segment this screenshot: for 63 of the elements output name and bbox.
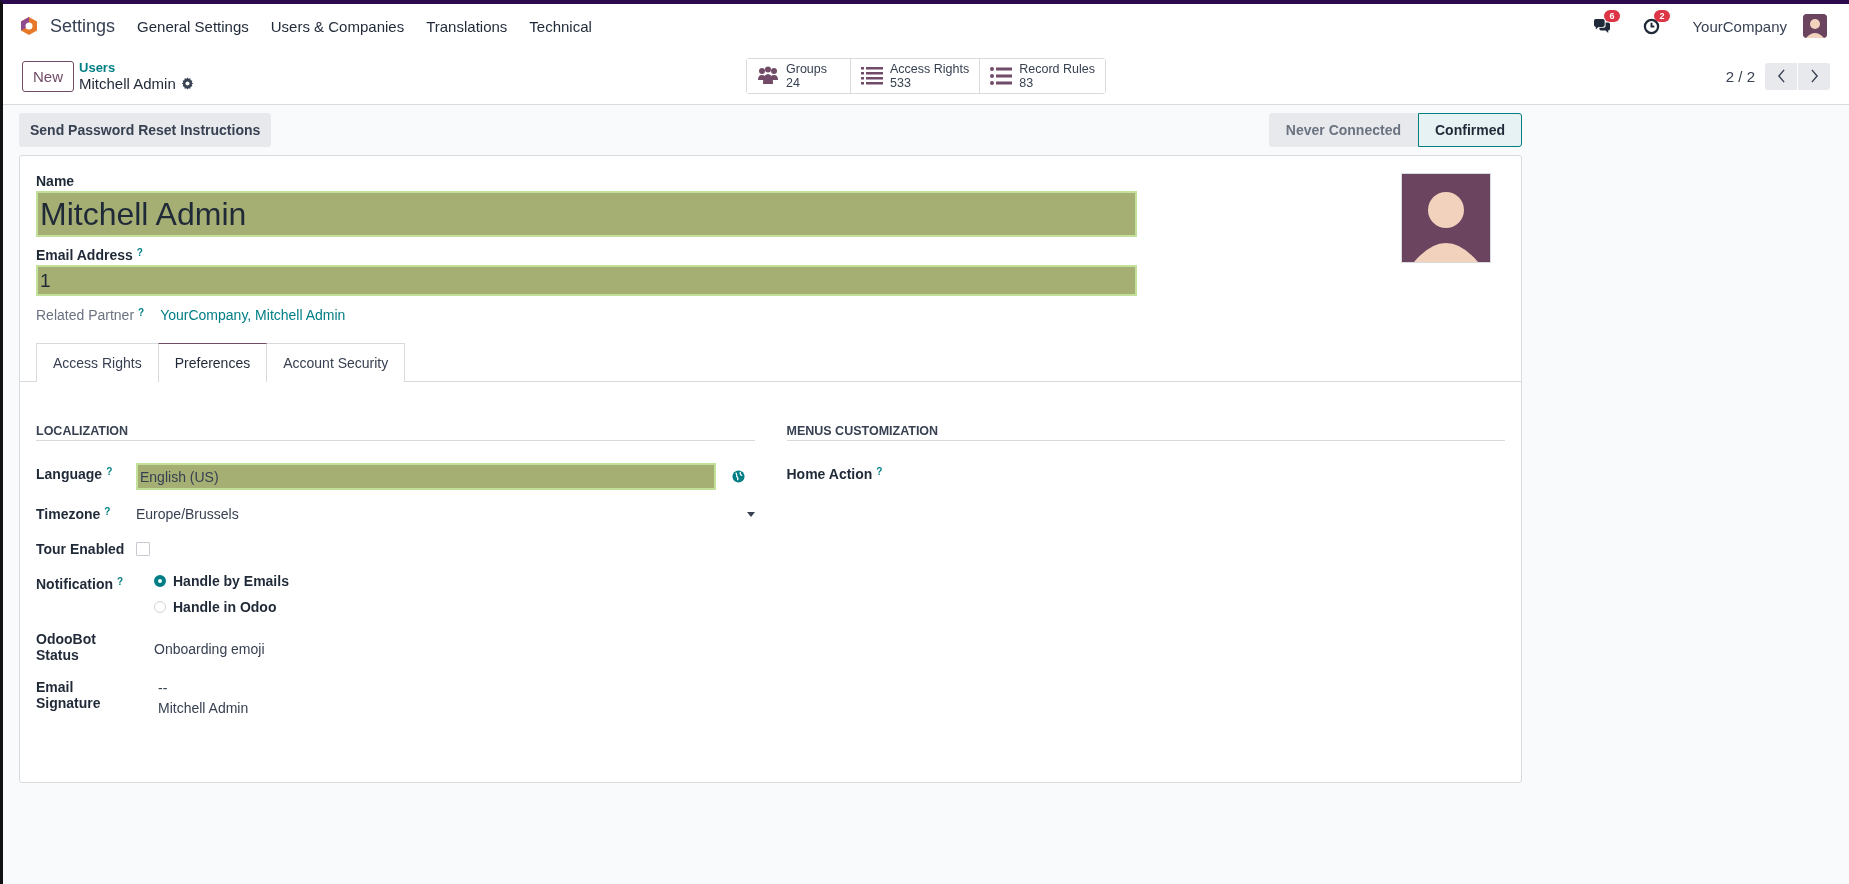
- radio-button[interactable]: [154, 575, 166, 587]
- field-label: Email Signature: [36, 679, 102, 711]
- timezone-select[interactable]: Europe/Brussels: [136, 506, 755, 522]
- app-logo-icon: [19, 16, 39, 36]
- chevron-right-icon: [1809, 69, 1819, 83]
- checkbox[interactable]: [136, 542, 150, 556]
- menu-item[interactable]: General Settings: [137, 17, 249, 35]
- field-label: Related Partner: [36, 307, 135, 323]
- chat-icon: [1593, 18, 1612, 34]
- help-tooltip[interactable]: ?: [106, 466, 113, 477]
- field-label: Tour Enabled: [36, 541, 125, 557]
- language-field[interactable]: English (US): [136, 463, 716, 490]
- app-name[interactable]: Settings: [50, 15, 116, 37]
- status-stage[interactable]: Confirmed: [1418, 113, 1522, 147]
- pager-value: 2 / 2: [1725, 67, 1755, 85]
- help-tooltip[interactable]: ?: [104, 506, 111, 517]
- tab[interactable]: Account Security: [266, 343, 406, 382]
- help-tooltip[interactable]: ?: [117, 576, 124, 587]
- users-icon: [757, 66, 780, 86]
- breadcrumb-link[interactable]: Users: [79, 60, 194, 75]
- gear-icon: [180, 77, 194, 90]
- radio-label[interactable]: Handle by Emails: [173, 573, 289, 589]
- section-title: MENUS CUSTOMIZATION: [786, 424, 1505, 441]
- section-title: LOCALIZATION: [36, 424, 755, 441]
- help-tooltip[interactable]: ?: [138, 307, 145, 318]
- new-button[interactable]: New: [22, 60, 74, 92]
- tab[interactable]: Preferences: [157, 343, 268, 382]
- field-label: Name: [36, 173, 75, 189]
- next-button[interactable]: [1798, 62, 1830, 90]
- caret-icon: [746, 511, 755, 517]
- globe-icon: [732, 470, 745, 483]
- partner-link[interactable]: YourCompany, Mitchell Admin: [160, 307, 346, 323]
- list-icon: [861, 66, 884, 86]
- company-switcher[interactable]: YourCompany: [1692, 17, 1787, 35]
- status-stage[interactable]: Never Connected: [1268, 113, 1418, 147]
- name-field[interactable]: Mitchell Admin: [36, 191, 1137, 237]
- action-button[interactable]: Send Password Reset Instructions: [19, 113, 272, 147]
- help-tooltip[interactable]: ?: [876, 466, 883, 477]
- radio-label[interactable]: Handle in Odoo: [173, 599, 277, 615]
- field-label: Timezone: [36, 506, 101, 522]
- avatar-icon: [1803, 14, 1827, 38]
- clock-icon: [1643, 17, 1661, 35]
- record-title: Mitchell Admin: [79, 75, 176, 92]
- field-label: Home Action: [786, 466, 873, 482]
- tab[interactable]: Access Rights: [36, 343, 159, 382]
- bullet-list-icon: [990, 66, 1013, 86]
- previous-button[interactable]: [1765, 62, 1797, 90]
- signature-line: --: [158, 680, 169, 696]
- menu-item[interactable]: Translations: [426, 17, 508, 35]
- help-tooltip[interactable]: ?: [136, 247, 143, 258]
- menu-item[interactable]: Technical: [529, 17, 592, 35]
- email-field[interactable]: 1: [36, 265, 1137, 296]
- notification-badge: 6: [1604, 10, 1620, 22]
- menu-item[interactable]: Users & Companies: [270, 17, 405, 35]
- field-label: Language: [36, 466, 103, 482]
- chevron-left-icon: [1776, 69, 1786, 83]
- smart-button[interactable]: Groups 24: [747, 59, 852, 93]
- field-label: Notification: [36, 576, 113, 592]
- signature-line: Mitchell Admin: [158, 700, 249, 716]
- field-label: Email Address: [36, 247, 133, 263]
- field-label: OdooBot Status: [36, 631, 97, 663]
- notification-badge: 2: [1654, 9, 1670, 22]
- field-value: Onboarding emoji: [153, 640, 265, 657]
